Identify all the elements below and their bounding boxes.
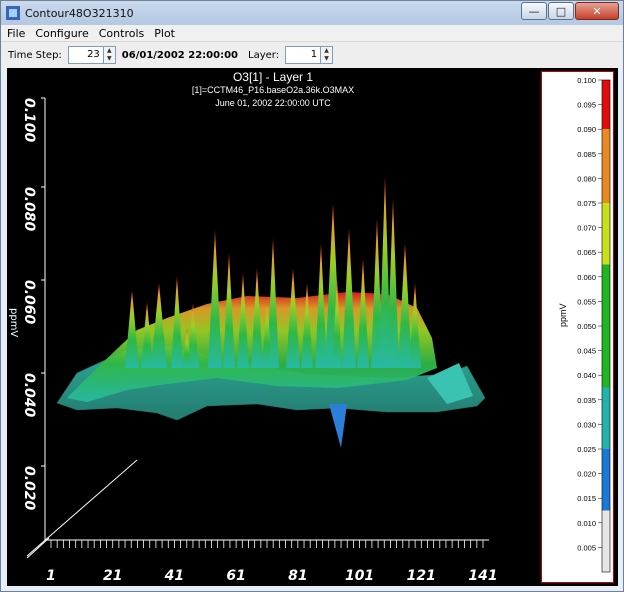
time-step-spinner[interactable]: 23 ▲ ▼ [67, 46, 116, 64]
spin-down-icon[interactable]: ▼ [104, 55, 115, 63]
legend-color-band [602, 264, 610, 388]
legend-tick-label: 0.010 [577, 519, 596, 528]
surface-dip [329, 404, 347, 448]
legend-tick-label: 0.090 [577, 125, 596, 134]
spin-up-icon[interactable]: ▲ [104, 47, 115, 55]
legend-tick-label: 0.035 [577, 396, 596, 405]
legend-tick-label: 0.085 [577, 150, 596, 159]
minimize-button[interactable]: — [521, 2, 547, 20]
legend-tick-label: 0.060 [577, 273, 596, 282]
x-tick-label: 61 [226, 568, 245, 584]
legend-tick-label: 0.080 [577, 174, 596, 183]
close-button[interactable]: ✕ [575, 2, 619, 20]
time-step-input[interactable]: 23 [67, 46, 104, 64]
legend-tick-label: 0.070 [577, 224, 596, 233]
layer-spinner[interactable]: 1 ▲ ▼ [285, 46, 334, 64]
maximize-button[interactable]: □ [548, 2, 574, 20]
plot-title: O3[1] - Layer 1 [232, 70, 314, 84]
x-tick-label: 101 [345, 568, 374, 584]
legend-tick-label: 0.050 [577, 322, 596, 331]
plot-subtitle: [1]=CCTM46_P16.baseO2a.36k.O3MAX [191, 85, 355, 95]
plot-area[interactable]: 0.020 0.040 0.060 0.080 0.100 ppmV 1 21 41 61 81 10… [7, 68, 618, 586]
x-tick-label: 121 [407, 568, 436, 584]
layer-input[interactable]: 1 [285, 46, 322, 64]
legend-tick-label: 0.020 [577, 470, 596, 479]
legend-unit-label: ppmV [558, 303, 568, 327]
spin-down-icon[interactable]: ▼ [321, 55, 332, 63]
app-window: Contour48O321310 — □ ✕ File Configure Co… [0, 0, 624, 592]
layer-label: Layer: [248, 49, 280, 61]
legend-scale: 0.100 0.095 0.090 0.085 0.080 0.075 0.070 0.065… [577, 76, 611, 573]
legend-tick-label: 0.095 [577, 101, 596, 110]
legend-color-band [602, 203, 610, 265]
spin-up-icon[interactable]: ▲ [321, 47, 332, 55]
surface-peak [208, 230, 222, 368]
legend-color-band [602, 449, 610, 511]
time-step-arrows[interactable]: ▲ ▼ [103, 46, 116, 64]
y-tick-label: 0.040 [21, 373, 37, 418]
window-controls: — □ ✕ [520, 2, 619, 20]
menu-bar: File Configure Controls Plot [1, 25, 623, 42]
menu-plot[interactable]: Plot [150, 27, 179, 40]
legend-tick-label: 0.055 [577, 297, 596, 306]
x-tick-label: 41 [164, 568, 184, 584]
surface-peak [125, 290, 139, 368]
y-tick-label: 0.020 [21, 466, 37, 511]
app-icon [6, 6, 20, 20]
menu-configure[interactable]: Configure [31, 27, 92, 40]
y-tick-label: 0.080 [21, 187, 37, 232]
toolbar: Time Step: 23 ▲ ▼ 06/01/2002 22:00:00 La… [1, 42, 623, 68]
x-tick-label: 21 [103, 568, 122, 584]
legend-tick-label: 0.045 [577, 347, 596, 356]
legend-tick-label: 0.015 [577, 494, 596, 503]
y-tick-label: 0.060 [21, 280, 37, 325]
x-tick-label: 1 [46, 568, 56, 584]
menu-file[interactable]: File [3, 27, 29, 40]
legend-color-band [602, 510, 610, 572]
legend-tick-label: 0.040 [577, 371, 596, 380]
surface-peak [387, 198, 399, 368]
legend-color-band [602, 387, 610, 449]
legend-tick-label: 0.005 [577, 543, 596, 552]
menu-controls[interactable]: Controls [95, 27, 149, 40]
legend-color-band [602, 129, 610, 203]
legend-tick-label: 0.100 [577, 76, 596, 85]
surface-plot[interactable]: 0.0200.0400.0600.0800.100ppmV1 21 41 61 81 10… [7, 68, 539, 586]
window-title: Contour48O321310 [25, 6, 134, 20]
time-step-label: Time Step: [8, 49, 62, 61]
title-bar[interactable]: Contour48O321310 — □ ✕ [1, 1, 623, 25]
plot-date: June 01, 2002 22:00:00 UTC [215, 98, 331, 108]
concentration-surface [56, 176, 486, 448]
legend-color-band [602, 80, 610, 130]
current-date: 06/01/2002 22:00:00 [121, 49, 238, 61]
x-tick-label: 81 [288, 568, 307, 584]
color-legend: 0.100 0.095 0.090 0.085 0.080 0.075 0.070 0.065… [541, 71, 614, 583]
legend-tick-label: 0.075 [577, 199, 596, 208]
legend-tick-label: 0.025 [577, 445, 596, 454]
legend-tick-label: 0.030 [577, 420, 596, 429]
layer-arrows[interactable]: ▲ ▼ [321, 46, 334, 64]
legend-tick-label: 0.065 [577, 248, 596, 257]
y-axis-label: ppmV [8, 308, 19, 337]
x-tick-label: 141 [468, 568, 497, 584]
